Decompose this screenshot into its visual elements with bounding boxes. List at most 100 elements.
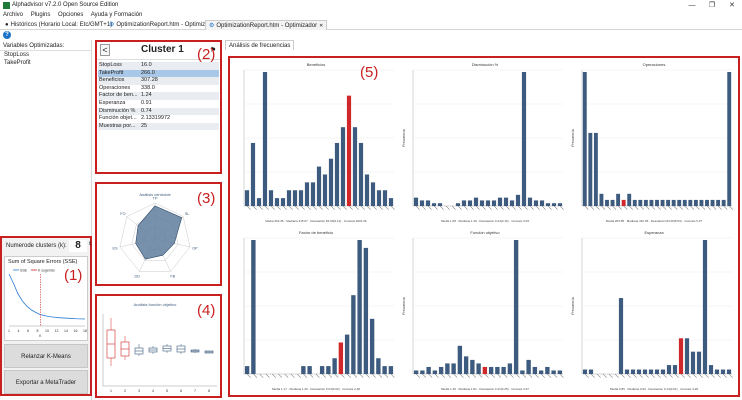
menu-ayuda[interactable]: Ayuda y Formación <box>91 12 143 18</box>
menu-bar: Archivo Plugins Opciones Ayuda y Formaci… <box>0 11 742 20</box>
histogram-bar <box>482 366 488 374</box>
histogram-title: Factor de beneficio <box>299 230 334 235</box>
legend-sse: SSE <box>20 269 28 273</box>
histogram-bar <box>520 370 525 374</box>
histogram-bar <box>268 190 274 206</box>
histogram-bar <box>660 199 665 206</box>
menu-plugins[interactable]: Plugins <box>31 12 51 18</box>
histogram-tick <box>617 205 622 210</box>
histogram-tick <box>282 205 287 210</box>
tab-optimizador-1[interactable]: ⚙ OptimizationReport.htm - Optimizador <box>106 20 220 30</box>
histogram-chart: Disminución % Frecuencia Media 1.08 · Medi… <box>402 62 564 223</box>
histogram-bar <box>352 127 358 206</box>
histogram-bar <box>455 203 461 206</box>
relanzar-kmeans-button[interactable]: Relanzar K-Means <box>4 344 88 368</box>
histogram-bar <box>340 127 346 206</box>
histogram-bar <box>376 190 382 206</box>
histogram-bar <box>710 199 715 206</box>
close-button[interactable]: ✕ <box>722 0 742 11</box>
sse-tick: 14 <box>64 329 68 333</box>
variable-item[interactable]: TakeProfit <box>4 60 31 66</box>
label-3: (3) <box>197 190 216 207</box>
cluster-row[interactable]: Función objet... 2.13319972 <box>98 115 219 123</box>
cluster-row[interactable]: TakeProfit 266.0 <box>98 69 219 78</box>
cluster-row-value: 0.74 <box>141 107 152 114</box>
boxplot-tick: 1 <box>110 389 112 393</box>
histogram-tick <box>439 205 444 210</box>
cluster-row-key: Muestras por... <box>99 122 136 129</box>
cluster-row[interactable]: Disminución % 0.74 <box>98 107 219 116</box>
histogram-bar <box>307 366 312 374</box>
cluster-row[interactable]: Esperanza 0.91 <box>98 100 219 108</box>
histogram-tick <box>346 373 351 378</box>
histogram-bar <box>438 366 444 374</box>
histogram-bar <box>376 358 381 374</box>
histogram-tick <box>390 373 395 378</box>
minimize-button[interactable]: — <box>682 0 702 11</box>
histogram-bar <box>551 370 556 374</box>
histogram-tick <box>318 205 323 210</box>
tab-optimizador-2[interactable]: ⚙ OptimizationReport.htm - Optimizador ✕ <box>205 20 328 31</box>
histogram-card: Beneficios Media 262.35 · Mediana 315.07 … <box>232 60 400 225</box>
histogram-tick <box>284 373 289 378</box>
menu-opciones[interactable]: Opciones <box>58 12 83 18</box>
histogram-tick <box>447 373 452 378</box>
window-title: Alphadvisor v7.2.0 Open Source Edition <box>12 2 119 8</box>
maximize-button[interactable]: ❐ <box>702 0 722 11</box>
sse-tick: 4 <box>18 329 20 333</box>
tab-frequency-analysis[interactable]: Análisis de frecuencias <box>225 40 295 50</box>
histogram-tick <box>312 205 317 210</box>
sse-tick: 6 <box>27 329 29 333</box>
cluster-row[interactable]: Operaciones 338.0 <box>98 84 219 93</box>
histogram-bar <box>690 351 696 374</box>
histogram-bar <box>672 365 678 374</box>
histogram-bar <box>624 369 630 374</box>
histogram-tick <box>330 205 335 210</box>
sse-title: Sum of Square Errors (SSE) <box>8 259 78 265</box>
histogram-bar <box>304 182 310 206</box>
histogram-bar <box>643 199 648 206</box>
back-button[interactable]: < <box>100 44 110 56</box>
histogram-bar <box>432 370 438 374</box>
histogram-tick <box>478 373 483 378</box>
histogram-tick <box>522 373 527 378</box>
cluster-row[interactable]: Beneficios 307.28 <box>98 77 219 85</box>
histogram-tick <box>528 373 533 378</box>
histogram-bar <box>244 366 250 374</box>
histogram-tick <box>690 205 695 210</box>
boxplot-tick: 5 <box>166 389 168 393</box>
histogram-bar <box>346 95 352 206</box>
help-icon[interactable]: ? <box>3 31 11 39</box>
histogram-bar <box>426 366 431 374</box>
nclusters-input[interactable]: 8 <box>69 240 87 252</box>
cluster-row[interactable]: Factor de ben... 1.24 <box>98 92 219 100</box>
histogram-tick <box>378 373 383 378</box>
histogram-tick <box>553 205 558 210</box>
variable-item[interactable]: StopLoss <box>4 52 29 58</box>
histogram-bar <box>515 194 521 206</box>
spinner-icon[interactable]: ⇕ <box>88 241 92 247</box>
histogram-tick <box>421 205 426 210</box>
exportar-metatrader-button[interactable]: Exportar a MetaTrader <box>4 370 88 394</box>
histogram-bar <box>582 72 587 206</box>
tab-label: OptimizationReport.htm - Optimizador <box>116 22 218 28</box>
menu-archivo[interactable]: Archivo <box>3 12 23 18</box>
histogram-tick <box>668 373 673 378</box>
histogram-tick <box>523 205 528 210</box>
histogram-bar <box>301 366 306 374</box>
histogram-bar <box>532 366 538 374</box>
histogram-tick <box>493 205 498 210</box>
cluster-row[interactable]: StopLoss 16.0 <box>98 62 219 70</box>
objective-boxplot-panel: Análisis función objetivo 1 2 3 4 5 6 7 8 (4) <box>95 294 222 398</box>
sse-xlabel: K <box>39 334 42 338</box>
histogram-tick <box>529 205 534 210</box>
histogram-footer: Media 1.08 · Mediana 1.39 · Desviación 0… <box>441 219 529 223</box>
tab-historicos[interactable]: ● Históricos (Horario Local: Etc/GMT+1) <box>2 20 115 30</box>
cluster-row[interactable]: Muestras por... 25 <box>98 122 219 131</box>
histogram-bar <box>702 240 708 374</box>
histogram-bar <box>262 72 268 206</box>
close-tab-icon[interactable]: ✕ <box>319 21 323 31</box>
histogram-tick <box>360 205 365 210</box>
cluster-row-key: Operaciones <box>99 84 131 91</box>
histogram-tick <box>515 373 520 378</box>
